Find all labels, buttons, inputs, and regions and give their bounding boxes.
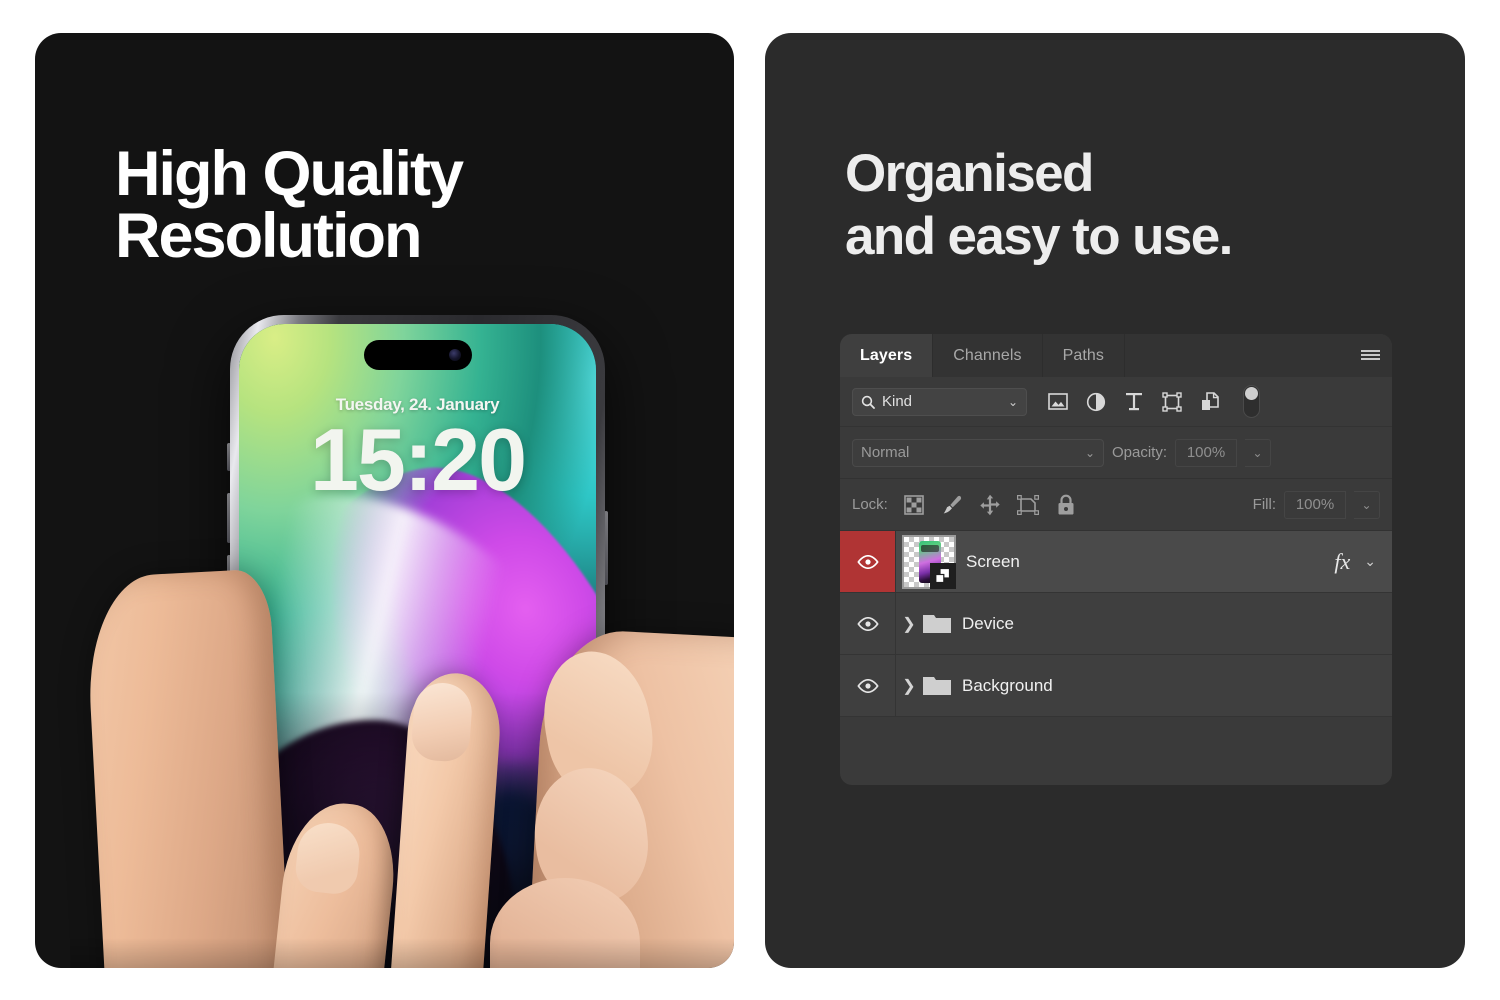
adjustment-filter-icon[interactable]: [1085, 391, 1107, 413]
chevron-down-icon: ⌄: [1252, 445, 1263, 460]
chevron-down-icon: ⌄: [1361, 497, 1372, 512]
layer-name: Screen: [966, 551, 1020, 571]
front-camera-icon: [448, 349, 461, 361]
lock-screen-clock: 15:20: [309, 410, 527, 509]
blend-mode-value: Normal: [861, 444, 910, 461]
left-card: High Quality Resolution Tuesday, 24. Jan…: [35, 33, 734, 968]
layer-visibility-toggle-background[interactable]: [840, 655, 896, 716]
fill-value: 100%: [1295, 496, 1335, 513]
filter-kind-select[interactable]: Kind ⌄: [852, 387, 1027, 416]
chevron-down-icon: ⌄: [1084, 445, 1095, 460]
tab-layers-label: Layers: [860, 346, 913, 364]
right-card-heading: Organised and easy to use.: [845, 144, 1233, 266]
layer-thumbnail: [902, 534, 956, 589]
slide-stage: High Quality Resolution Tuesday, 24. Jan…: [0, 0, 1500, 1000]
left-card-heading: High Quality Resolution: [115, 139, 464, 271]
dynamic-island: [363, 340, 472, 370]
lock-artboard-nesting-icon[interactable]: [1016, 493, 1040, 517]
layer-list: Screen fx ⌄ ❯ Device ❯ Background: [840, 531, 1392, 759]
search-icon: [861, 395, 875, 409]
chevron-down-icon: ⌄: [1007, 394, 1018, 409]
smart-object-badge-icon: [930, 562, 956, 589]
fill-group: Fill: 100% ⌄: [1252, 490, 1380, 519]
lock-position-icon[interactable]: [978, 493, 1002, 517]
opacity-input[interactable]: 100%: [1175, 438, 1238, 467]
layer-visibility-toggle-device[interactable]: [840, 593, 896, 654]
layer-visibility-toggle-screen[interactable]: [840, 531, 896, 592]
layer-filter-row: Kind ⌄: [840, 377, 1392, 427]
tab-channels[interactable]: Channels: [933, 334, 1043, 377]
phone-screen: Tuesday, 24. January 15:20: [239, 324, 596, 968]
opacity-value: 100%: [1186, 444, 1226, 461]
photoshop-layers-panel: Layers Channels Paths Kind ⌄ Normal ⌄ Op…: [840, 334, 1392, 785]
lock-label: Lock:: [852, 496, 888, 513]
eye-icon: [856, 554, 879, 569]
tab-layers[interactable]: Layers: [840, 334, 934, 377]
eye-icon: [856, 616, 879, 631]
panel-tab-bar: Layers Channels Paths: [840, 334, 1392, 377]
filter-toggle-switch[interactable]: [1243, 385, 1260, 418]
filter-type-buttons: [1047, 385, 1260, 418]
tab-channels-label: Channels: [953, 346, 1022, 364]
flashlight-icon: [312, 946, 324, 967]
lock-image-pixels-icon[interactable]: [940, 493, 964, 517]
lock-transparent-pixels-icon[interactable]: [902, 493, 926, 517]
folder-icon: [922, 674, 952, 698]
panel-footer: [840, 717, 1392, 759]
tab-paths-label: Paths: [1062, 346, 1105, 364]
table-row[interactable]: ❯ Device: [840, 593, 1392, 655]
opacity-stepper[interactable]: ⌄: [1245, 438, 1272, 467]
fill-input[interactable]: 100%: [1284, 490, 1346, 519]
layer-fx-label[interactable]: fx: [1334, 549, 1350, 575]
hamburger-menu-icon[interactable]: [1348, 334, 1392, 377]
opacity-label: Opacity:: [1112, 444, 1168, 461]
layer-effects-group: fx ⌄: [1334, 549, 1392, 575]
type-filter-icon[interactable]: [1123, 391, 1145, 413]
layer-name: Background: [962, 675, 1053, 695]
smart-object-filter-icon[interactable]: [1199, 391, 1221, 413]
table-row[interactable]: Screen fx ⌄: [840, 531, 1392, 593]
blend-mode-row: Normal ⌄ Opacity: 100% ⌄: [840, 427, 1392, 479]
blend-mode-select[interactable]: Normal ⌄: [852, 438, 1104, 467]
image-filter-icon[interactable]: [1047, 391, 1069, 413]
layer-name: Device: [962, 613, 1014, 633]
filter-kind-value: Kind: [882, 393, 913, 410]
chevron-down-icon[interactable]: ⌄: [1364, 553, 1376, 570]
fill-label: Fill:: [1252, 496, 1276, 513]
folder-icon: [922, 612, 952, 636]
right-card: Organised and easy to use. Layers Channe…: [765, 33, 1465, 968]
iphone-mockup: Tuesday, 24. January 15:20: [227, 315, 608, 968]
tab-bar-spacer: [1125, 334, 1348, 377]
table-row[interactable]: ❯ Background: [840, 655, 1392, 717]
eye-icon: [856, 678, 879, 693]
fill-stepper[interactable]: ⌄: [1354, 490, 1380, 519]
lock-all-icon[interactable]: [1054, 493, 1078, 517]
shape-filter-icon[interactable]: [1161, 391, 1183, 413]
chevron-right-icon[interactable]: ❯: [896, 614, 922, 634]
chevron-right-icon[interactable]: ❯: [896, 676, 922, 696]
lock-options-row: Lock: Fill: 100% ⌄: [840, 479, 1392, 531]
tab-paths[interactable]: Paths: [1043, 334, 1126, 377]
